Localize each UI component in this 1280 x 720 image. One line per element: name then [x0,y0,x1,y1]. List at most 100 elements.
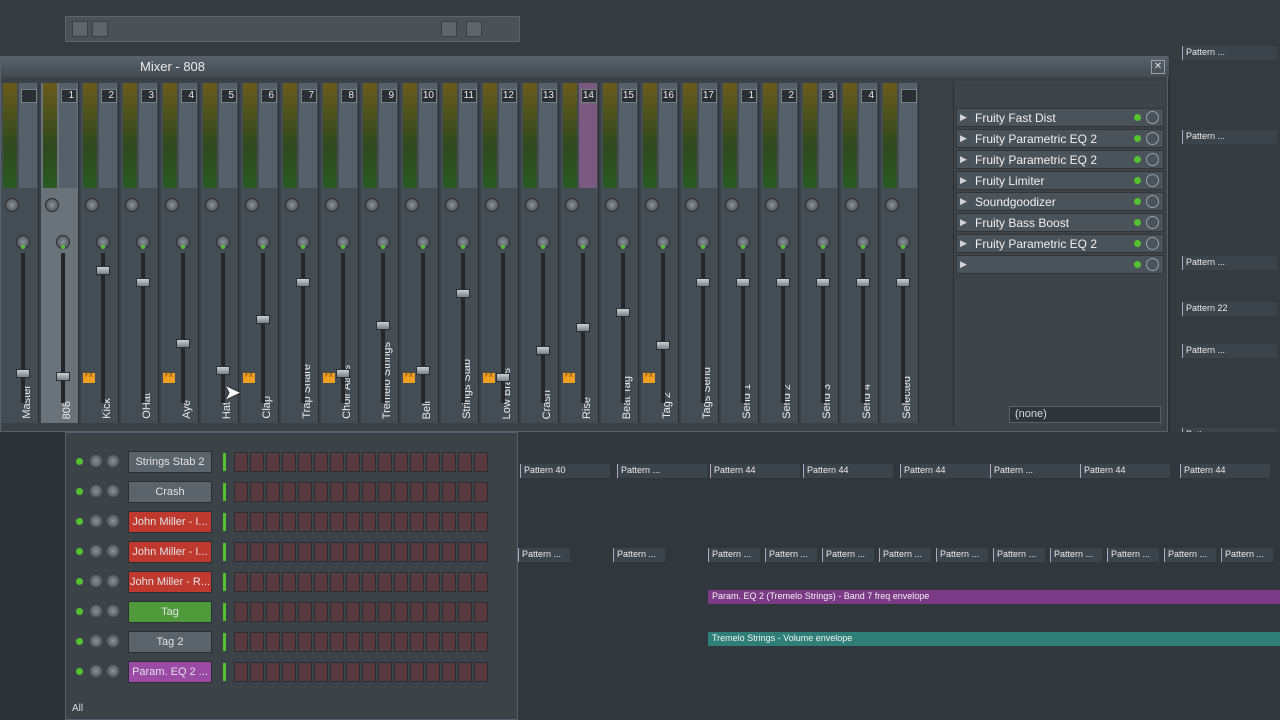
mix-knob[interactable] [1146,153,1159,166]
toolbar-button[interactable] [466,21,482,37]
step-button[interactable] [394,632,408,652]
step-button[interactable] [282,662,296,682]
step-button[interactable] [314,632,328,652]
step-button[interactable] [394,662,408,682]
active-led[interactable] [421,245,425,249]
channel-select[interactable] [223,513,226,531]
pan-knob[interactable] [565,198,579,212]
pattern-clip[interactable]: Pattern ... [936,548,988,562]
pattern-clip[interactable]: Pattern ... [1221,548,1273,562]
step-button[interactable] [330,632,344,652]
step-button[interactable] [378,662,392,682]
step-button[interactable] [442,512,456,532]
mixer-strip[interactable]: 8 Choir Aahs FX [321,83,359,423]
step-button[interactable] [394,512,408,532]
pan-knob[interactable] [90,545,102,557]
step-button[interactable] [314,572,328,592]
mixer-strip[interactable]: 12 Low Brass FX [481,83,519,423]
step-button[interactable] [282,632,296,652]
active-led[interactable] [541,245,545,249]
step-button[interactable] [234,632,248,652]
step-button[interactable] [458,452,472,472]
step-button[interactable] [362,512,376,532]
step-button[interactable] [474,452,488,472]
slot-menu-icon[interactable]: ▶ [960,112,967,123]
volume-fader[interactable] [416,366,430,376]
slot-enable-led[interactable] [1134,156,1141,163]
pan-knob[interactable] [125,198,139,212]
volume-knob[interactable] [107,455,119,467]
step-button[interactable] [330,662,344,682]
slot-menu-icon[interactable]: ▶ [960,238,967,249]
mixer-strip[interactable]: Master [1,83,39,423]
step-button[interactable] [442,632,456,652]
step-button[interactable] [362,542,376,562]
active-led[interactable] [301,245,305,249]
step-button[interactable] [266,482,280,502]
step-button[interactable] [346,632,360,652]
pattern-clip[interactable]: Pattern ... [1050,548,1102,562]
pan-knob[interactable] [885,198,899,212]
step-button[interactable] [346,662,360,682]
step-button[interactable] [394,452,408,472]
step-button[interactable] [314,662,328,682]
step-button[interactable] [266,632,280,652]
step-button[interactable] [410,662,424,682]
pattern-clip[interactable]: Pattern ... [617,464,707,478]
volume-knob[interactable] [107,545,119,557]
pan-knob[interactable] [245,198,259,212]
step-button[interactable] [330,572,344,592]
channel-led[interactable] [76,548,83,555]
volume-knob[interactable] [107,515,119,527]
mixer-strip[interactable]: 2 Kick FX [81,83,119,423]
channel-led[interactable] [76,608,83,615]
slot-menu-icon[interactable]: ▶ [960,259,967,270]
step-button[interactable] [282,572,296,592]
active-led[interactable] [221,245,225,249]
step-button[interactable] [234,482,248,502]
step-button[interactable] [298,632,312,652]
step-button[interactable] [298,572,312,592]
step-button[interactable] [426,632,440,652]
step-button[interactable] [426,482,440,502]
pan-knob[interactable] [445,198,459,212]
pattern-clip[interactable]: Pattern 44 [1080,464,1170,478]
step-button[interactable] [314,452,328,472]
volume-fader[interactable] [816,277,830,287]
pan-knob[interactable] [205,198,219,212]
step-button[interactable] [378,572,392,592]
pan-knob[interactable] [645,198,659,212]
volume-fader[interactable] [896,277,910,287]
volume-knob[interactable] [107,635,119,647]
step-button[interactable] [250,542,264,562]
mixer-strip[interactable]: 7 Trap Snare [281,83,319,423]
pan-knob[interactable] [90,605,102,617]
step-button[interactable] [250,452,264,472]
channel-led[interactable] [76,638,83,645]
step-button[interactable] [346,572,360,592]
pan-knob[interactable] [765,198,779,212]
volume-fader[interactable] [176,338,190,348]
channel-led[interactable] [76,668,83,675]
step-button[interactable] [410,632,424,652]
volume-fader[interactable] [56,371,70,381]
step-button[interactable] [362,662,376,682]
pan-knob[interactable] [165,198,179,212]
step-button[interactable] [394,572,408,592]
step-button[interactable] [458,602,472,622]
channel-select[interactable] [223,483,226,501]
fx-slot[interactable]: ▶ Fruity Limiter [956,171,1164,190]
step-button[interactable] [474,542,488,562]
volume-fader[interactable] [776,277,790,287]
step-button[interactable] [378,542,392,562]
mix-knob[interactable] [1146,258,1159,271]
step-button[interactable] [314,602,328,622]
step-button[interactable] [250,632,264,652]
active-led[interactable] [21,245,25,249]
step-button[interactable] [442,542,456,562]
slot-enable-led[interactable] [1134,135,1141,142]
channel-name-button[interactable]: John Miller - I... [128,511,212,533]
volume-knob[interactable] [107,575,119,587]
volume-fader[interactable] [856,277,870,287]
step-button[interactable] [442,572,456,592]
